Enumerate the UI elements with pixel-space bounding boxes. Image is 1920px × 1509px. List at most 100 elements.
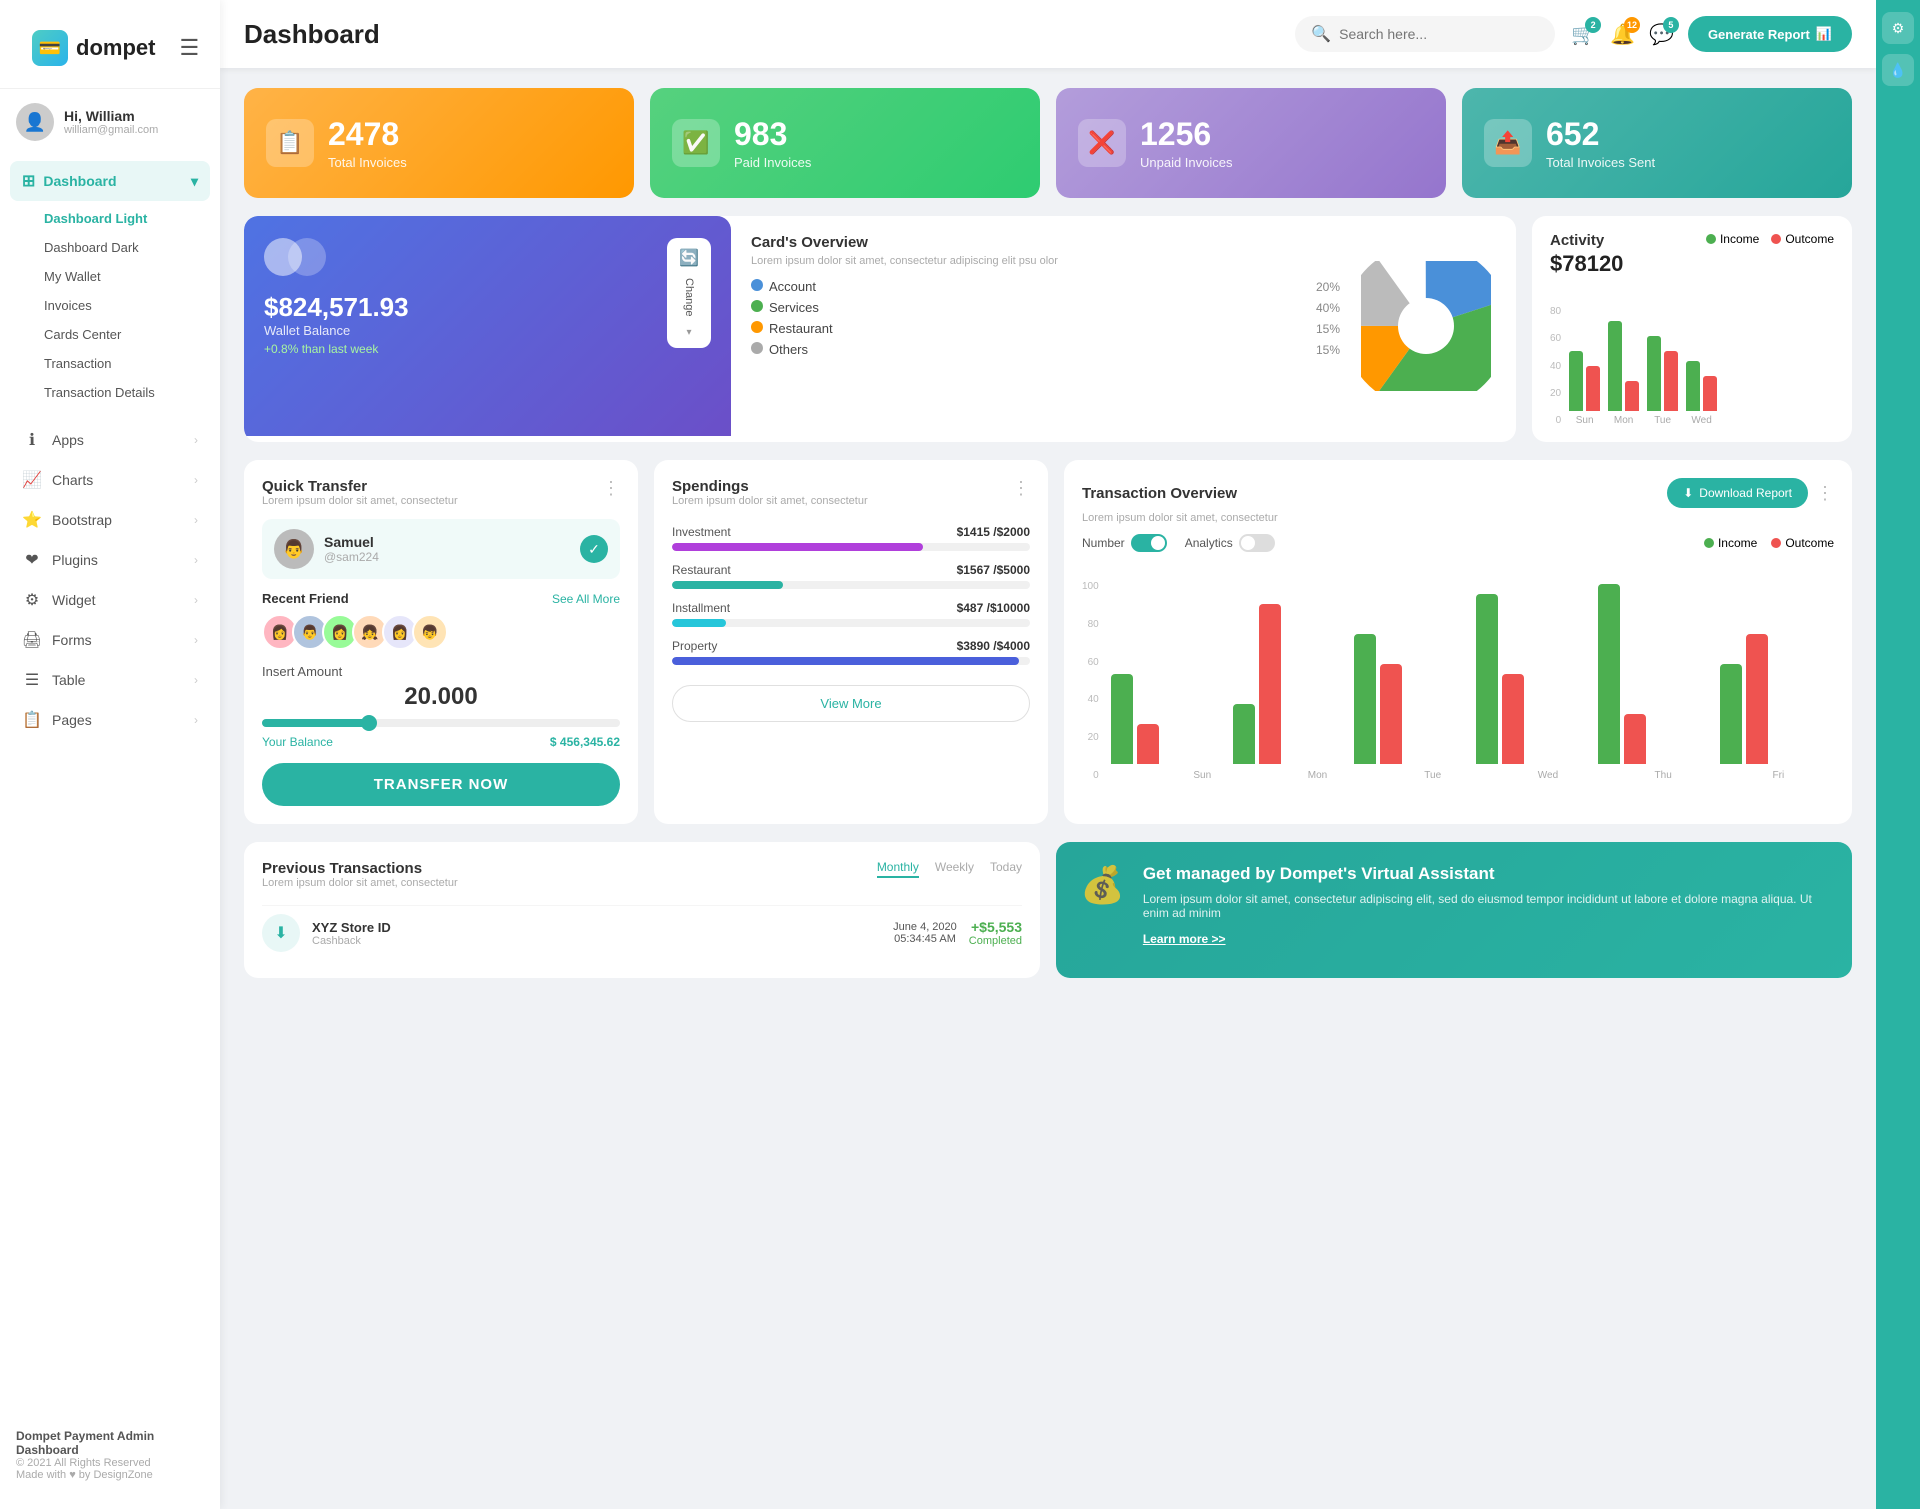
download-icon: ⬇ [1683, 486, 1693, 500]
sidebar-item-forms[interactable]: 🖨 Forms › [10, 620, 210, 660]
generate-report-button[interactable]: Generate Report 📊 [1688, 16, 1852, 52]
view-more-button[interactable]: View More [672, 685, 1030, 722]
download-report-button[interactable]: ⬇ Download Report [1667, 478, 1808, 508]
sidebar-item-invoices[interactable]: Invoices [34, 292, 202, 319]
txn-income-thu [1598, 584, 1620, 764]
sidebar-item-table[interactable]: ☰ Table › [10, 660, 210, 700]
income-bar-mon [1608, 321, 1622, 411]
outcome-bar-sun [1586, 366, 1600, 411]
txn-income-dot [1704, 538, 1714, 548]
chevron-right-icon: › [194, 673, 198, 687]
txn-legend: Income Outcome [1704, 536, 1834, 550]
menu-toggle[interactable]: ☰ [171, 35, 207, 61]
ov-restaurant: Restaurant 15% [751, 321, 1340, 336]
balance-value: $ 456,345.62 [550, 735, 620, 749]
chat-badge: 5 [1663, 17, 1679, 33]
sidebar-item-bootstrap[interactable]: ⭐ Bootstrap › [10, 500, 210, 540]
sidebar-item-pages[interactable]: 📋 Pages › [10, 700, 210, 740]
cart-icon-btn[interactable]: 🛒 2 [1571, 22, 1596, 47]
analytics-toggle-switch[interactable] [1239, 534, 1275, 552]
dashboard-label: Dashboard [43, 173, 116, 189]
sidebar-item-dashboard[interactable]: ⊞ Dashboard ▾ [10, 161, 210, 201]
txn-name: XYZ Store ID [312, 920, 881, 935]
txn-outcome-thu [1624, 714, 1646, 764]
va-learn-more[interactable]: Learn more >> [1143, 932, 1226, 946]
user-name: Hi, William [64, 108, 158, 124]
balance-label: Your Balance [262, 735, 333, 749]
stat-num-sent: 652 [1546, 116, 1655, 153]
number-toggle-switch[interactable] [1131, 534, 1167, 552]
qt-person-avatar: 👨 [274, 529, 314, 569]
change-button[interactable]: 🔄 Change ▾ [667, 238, 711, 348]
txn-bars-mon [1233, 604, 1347, 764]
settings-icon-btn[interactable]: ⚙ [1882, 12, 1914, 44]
bell-icon-btn[interactable]: 🔔 12 [1610, 22, 1635, 47]
chat-icon-btn[interactable]: 💬 5 [1649, 22, 1674, 47]
txn-date: June 4, 2020 05:34:45 AM [893, 921, 957, 945]
sidebar-item-my-wallet[interactable]: My Wallet [34, 263, 202, 290]
number-toggle: Number [1082, 534, 1167, 552]
amount-display: 20.000 [262, 683, 620, 711]
sidebar-item-dashboard-dark[interactable]: Dashboard Dark [34, 234, 202, 261]
tab-weekly[interactable]: Weekly [935, 860, 974, 878]
logo-icon: 💳 [32, 30, 68, 66]
pages-icon: 📋 [22, 710, 42, 730]
avatar: 👤 [16, 103, 54, 141]
table-icon: ☰ [22, 670, 42, 690]
apps-label: Apps [52, 432, 84, 448]
account-dot [751, 279, 763, 291]
tab-monthly[interactable]: Monthly [877, 860, 919, 878]
sidebar-item-transaction[interactable]: Transaction [34, 350, 202, 377]
chevron-right-icon: › [194, 593, 198, 607]
sidebar-item-transaction-details[interactable]: Transaction Details [34, 379, 202, 406]
see-all-link[interactable]: See All More [552, 592, 620, 606]
sidebar-footer: Dompet Payment Admin Dashboard © 2021 Al… [0, 1417, 220, 1493]
insert-label: Insert Amount [262, 664, 620, 679]
search-input[interactable] [1339, 26, 1519, 42]
friend-6[interactable]: 👦 [412, 614, 448, 650]
qt-title: Quick Transfer [262, 478, 458, 495]
prev-desc: Lorem ipsum dolor sit amet, consectetur [262, 877, 458, 889]
txn-menu[interactable]: ⋮ [1816, 483, 1834, 504]
activity-title: Activity [1550, 232, 1623, 249]
amount-slider[interactable] [262, 719, 620, 727]
user-info: Hi, William william@gmail.com [64, 108, 158, 136]
activity-amount: $78120 [1550, 251, 1623, 277]
sp-bar-restaurant [672, 581, 783, 589]
sidebar-item-plugins[interactable]: ❤ Plugins › [10, 540, 210, 580]
txn-status: Completed [969, 935, 1022, 947]
sidebar-item-apps[interactable]: ℹ Apps › [10, 420, 210, 460]
sidebar-item-dashboard-light[interactable]: Dashboard Light [34, 205, 202, 232]
tab-today[interactable]: Today [990, 860, 1022, 878]
txn-bars-tue [1354, 634, 1468, 764]
txn-income-tue [1354, 634, 1376, 764]
txn-chart: 100 80 60 40 20 0 [1082, 564, 1834, 781]
cart-badge: 2 [1585, 17, 1601, 33]
stat-icon-total: 📋 [266, 119, 314, 167]
sidebar-item-widget[interactable]: ⚙ Widget › [10, 580, 210, 620]
stat-icon-unpaid: ❌ [1078, 119, 1126, 167]
prev-va-row: Previous Transactions Lorem ipsum dolor … [244, 842, 1852, 978]
txn-amount: +$5,553 [969, 919, 1022, 935]
gear-icon: ⚙ [22, 590, 42, 610]
change-label: Change [683, 274, 695, 321]
sp-bar-investment [672, 543, 923, 551]
stat-card-total-invoices: 📋 2478 Total Invoices [244, 88, 634, 198]
search-bar[interactable]: 🔍 [1295, 16, 1555, 52]
sidebar-item-cards-center[interactable]: Cards Center [34, 321, 202, 348]
outcome-dot [1771, 234, 1781, 244]
drop-icon-btn[interactable]: 💧 [1882, 54, 1914, 86]
prev-tabs: Monthly Weekly Today [877, 860, 1022, 878]
txn-outcome-wed [1502, 674, 1524, 764]
sidebar-item-charts[interactable]: 📈 Charts › [10, 460, 210, 500]
sp-bar-installment [672, 619, 726, 627]
right-sidebar: ⚙ 💧 [1876, 0, 1920, 1509]
content: 📋 2478 Total Invoices ✅ 983 Paid Invoice… [220, 68, 1876, 1509]
qt-desc: Lorem ipsum dolor sit amet, consectetur [262, 495, 458, 507]
outcome-bar-mon [1625, 381, 1639, 411]
transfer-now-button[interactable]: TRANSFER NOW [262, 763, 620, 806]
spendings-menu[interactable]: ⋮ [1012, 478, 1030, 499]
quick-transfer-menu[interactable]: ⋮ [602, 478, 620, 499]
header-icons: 🛒 2 🔔 12 💬 5 Generate Report 📊 [1571, 16, 1852, 52]
bar-chart-icon: 📊 [1816, 26, 1832, 42]
